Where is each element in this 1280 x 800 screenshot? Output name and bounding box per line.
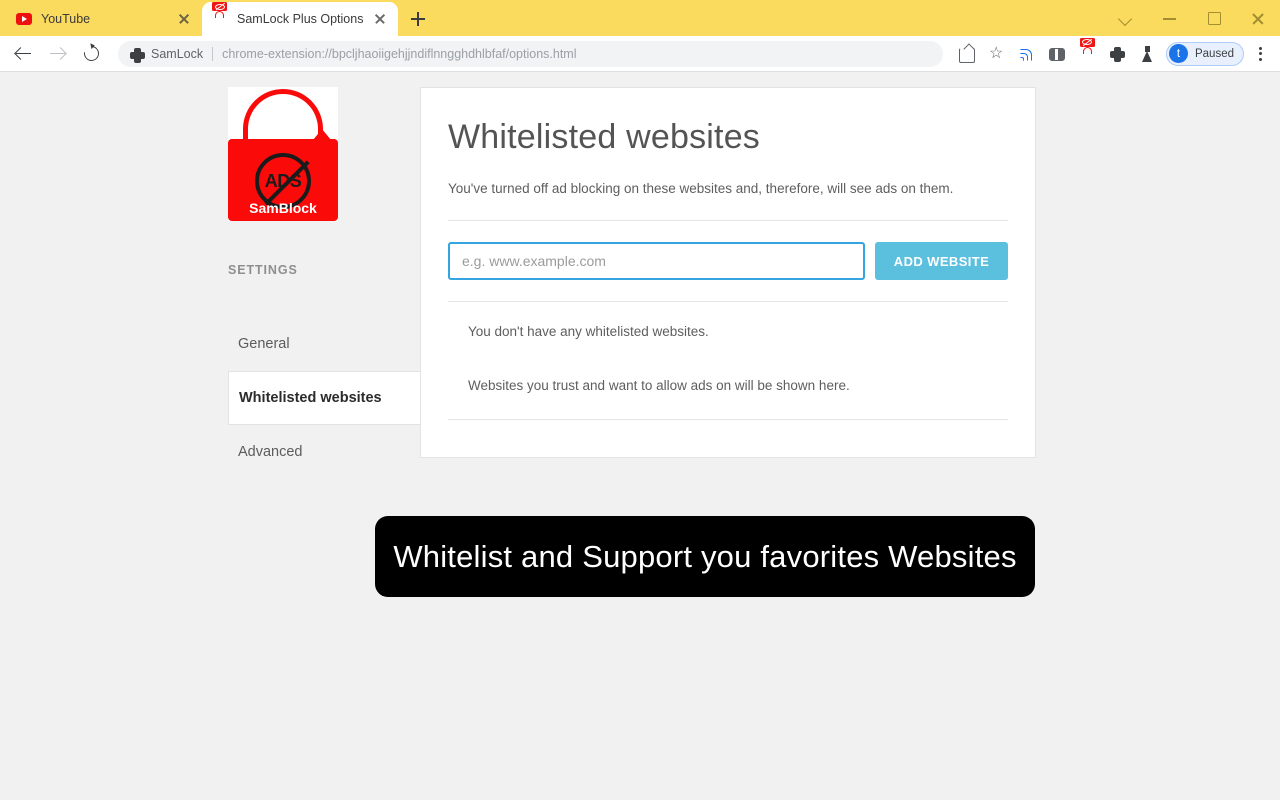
sidebar-heading: SETTINGS [228,263,298,277]
forward-arrow-icon[interactable] [42,39,72,69]
side-panel-icon[interactable] [1043,40,1071,68]
profile-paused-pill[interactable]: t Paused [1165,41,1244,66]
browser-window: YouTube SamLock Plus Options SamLock chr… [0,0,1280,800]
reload-icon[interactable] [76,39,106,69]
add-website-row: ADD WEBSITE [448,242,1008,281]
divider [448,220,1008,222]
omnibox-divider [212,46,214,61]
three-dot-menu-icon[interactable] [1248,40,1272,68]
sidebar-item-general[interactable]: General [228,317,428,371]
settings-sidebar: ADS SamBlock SETTINGS General Whiteliste… [228,87,434,479]
tab-title: YouTube [41,12,91,26]
youtube-icon [16,11,32,27]
sidebar-item-label: Advanced [238,444,303,460]
maximize-icon[interactable] [1192,0,1236,36]
divider [448,301,1008,303]
minimize-icon[interactable] [1148,0,1192,36]
cast-icon[interactable] [1013,40,1041,68]
browser-toolbar: SamLock chrome-extension://bpcljhaoiigeh… [0,36,1280,72]
extension-options-page: ADS SamBlock SETTINGS General Whiteliste… [0,73,1280,800]
omnibox-scheme-label: SamLock [151,46,204,61]
empty-state-secondary: Websites you trust and want to allow ads… [468,378,850,394]
tab-search-chevron-down-icon[interactable] [1104,0,1148,36]
add-website-button[interactable]: ADD WEBSITE [875,242,1008,281]
sidebar-item-label: General [238,336,290,352]
sidebar-item-whitelisted-websites[interactable]: Whitelisted websites [228,371,434,425]
close-window-icon[interactable] [1236,0,1280,36]
logo-badge-text: ADS [264,170,302,191]
window-controls [1104,0,1280,36]
website-input[interactable] [448,242,865,281]
sidebar-nav: General Whitelisted websites Advanced [228,317,434,479]
caption-text: Whitelist and Support you favorites Webs… [393,538,1017,574]
address-bar[interactable]: SamLock chrome-extension://bpcljhaoiigeh… [118,40,943,67]
back-arrow-icon[interactable] [8,39,38,69]
empty-state-primary: You don't have any whitelisted websites. [468,324,709,340]
whitelist-panel: Whitelisted websites You've turned off a… [420,87,1036,458]
sidebar-item-label: Whitelisted websites [239,390,382,406]
logo-name: SamBlock [249,200,317,216]
experiments-flask-icon[interactable] [1133,40,1161,68]
tab-title: SamLock Plus Options [237,12,364,26]
bookmark-star-icon[interactable] [983,40,1011,68]
samblock-extension-icon[interactable] [1073,37,1101,68]
divider [448,419,1008,421]
tab-samlock-plus-options[interactable]: SamLock Plus Options [202,2,398,36]
avatar: t [1168,44,1188,63]
new-tab-button[interactable] [404,5,432,33]
close-icon[interactable] [176,11,192,27]
share-icon[interactable] [953,40,981,68]
page-description: You've turned off ad blocking on these w… [448,181,954,197]
extension-puzzle-icon [130,47,145,63]
omnibox-url: chrome-extension://bpcljhaoiigehjjndifln… [222,46,577,61]
close-icon[interactable] [372,11,388,27]
caption-banner: Whitelist and Support you favorites Webs… [375,516,1035,597]
tab-strip: YouTube SamLock Plus Options [0,0,1280,36]
samblock-logo: ADS SamBlock [228,87,338,221]
sidebar-item-advanced[interactable]: Advanced [228,425,428,479]
tab-youtube[interactable]: YouTube [6,2,202,36]
extensions-puzzle-icon[interactable] [1103,40,1131,68]
page-title: Whitelisted websites [448,118,761,156]
status-badge: Paused [1194,47,1234,60]
samblock-lock-icon [212,2,228,27]
